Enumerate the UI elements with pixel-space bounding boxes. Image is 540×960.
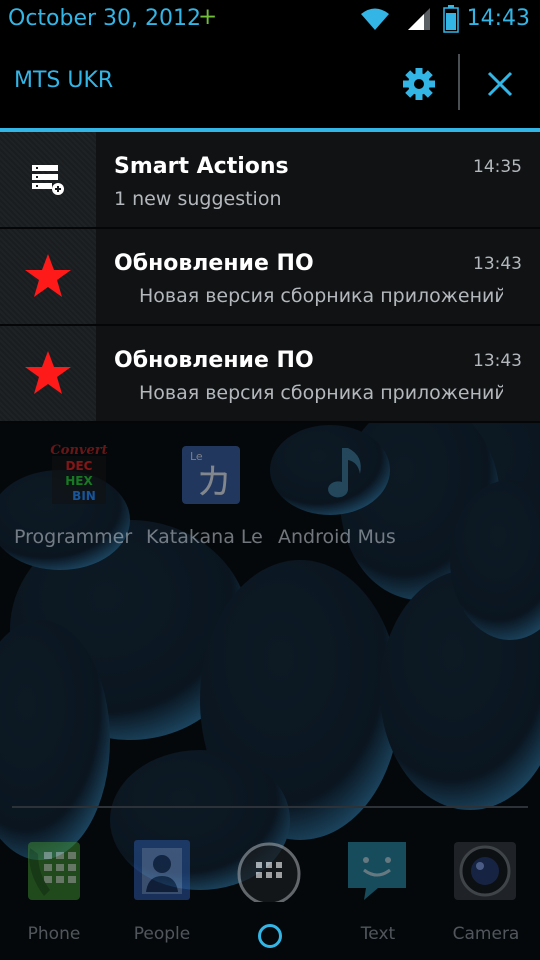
notification-item[interactable]: Обновление ПО 13:43 Новая версия сборник… [0, 229, 540, 326]
battery-icon [443, 5, 459, 33]
wifi-icon [361, 8, 389, 30]
notification-item[interactable]: Обновление ПО 13:43 Новая версия сборник… [0, 326, 540, 423]
notification-time: 13:43 [473, 254, 522, 274]
android-screen: Convert DEC HEX BIN Programmer Le カ Kata… [0, 0, 540, 960]
dock-text[interactable]: Text [324, 830, 432, 960]
red-star-icon [25, 254, 71, 297]
carrier-label: MTS UKR [14, 68, 114, 93]
notification-text: Новая версия сборника приложений [139, 285, 503, 307]
svg-text:HEX: HEX [65, 474, 93, 488]
notification-time: 13:43 [473, 351, 522, 371]
svg-text:DEC: DEC [66, 459, 93, 473]
app-label: Android Mus [278, 526, 396, 548]
header-separator [458, 54, 460, 110]
app-programmer[interactable]: Convert DEC HEX BIN Programmer [14, 430, 144, 560]
svg-text:カ: カ [196, 462, 232, 503]
dock-label: Phone [27, 924, 81, 944]
notification-time: 14:35 [473, 157, 522, 177]
red-star-icon [25, 351, 71, 394]
svg-text:BIN: BIN [72, 489, 96, 503]
notification-text: 1 new suggestion [114, 188, 282, 210]
dock-camera[interactable]: Camera [432, 830, 540, 960]
app-katakana[interactable]: Le カ Katakana Le [146, 430, 276, 560]
gear-icon [403, 68, 435, 100]
notification-title: Обновление ПО [114, 348, 314, 373]
dec-hex-bin-converter-icon: Convert DEC HEX BIN [50, 443, 108, 504]
notification-title: Smart Actions [114, 154, 289, 179]
status-time: 14:43 [466, 6, 530, 31]
svg-text:Convert: Convert [50, 443, 107, 458]
smart-actions-icon [32, 165, 64, 195]
settings-button[interactable] [392, 60, 446, 108]
dock-label: Text [360, 924, 396, 944]
status-plus-indicator: + [198, 4, 218, 30]
close-icon [487, 71, 513, 97]
notification-list: Smart Actions 14:35 1 new suggestion Обн… [0, 132, 540, 423]
music-note-icon [328, 448, 361, 498]
home-app-row: Convert DEC HEX BIN Programmer Le カ Kata… [0, 430, 540, 560]
dock-phone[interactable]: Phone [0, 830, 108, 960]
notification-title: Обновление ПО [114, 251, 314, 276]
camera-icon [454, 842, 516, 900]
notification-shade-header: MTS UKR [0, 40, 540, 128]
clear-all-button[interactable] [472, 60, 528, 108]
app-android-music[interactable]: Android Mus [278, 430, 408, 560]
notification-icon-area [0, 229, 96, 324]
status-bar: October 30, 2012 + 14:43 [0, 0, 540, 40]
dock-people[interactable]: People [108, 830, 216, 960]
notification-text: Новая версия сборника приложений [139, 382, 503, 404]
status-date[interactable]: October 30, 2012 [8, 6, 201, 31]
dock-divider [12, 806, 528, 808]
app-label: Katakana Le [146, 526, 263, 548]
notification-item[interactable]: Smart Actions 14:35 1 new suggestion [0, 132, 540, 229]
cell-signal-icon [408, 8, 430, 30]
katakana-icon: Le カ [182, 446, 240, 504]
contacts-icon [134, 840, 190, 900]
messaging-icon [348, 842, 406, 900]
dock-label: Camera [452, 924, 520, 944]
dock-label: People [133, 924, 191, 944]
home-page-indicator [258, 924, 282, 948]
app-drawer-icon [237, 842, 301, 902]
notification-icon-area [0, 326, 96, 421]
app-label: Programmer [14, 526, 133, 548]
notification-icon-area [0, 132, 96, 227]
phone-dialer-icon [28, 842, 80, 900]
